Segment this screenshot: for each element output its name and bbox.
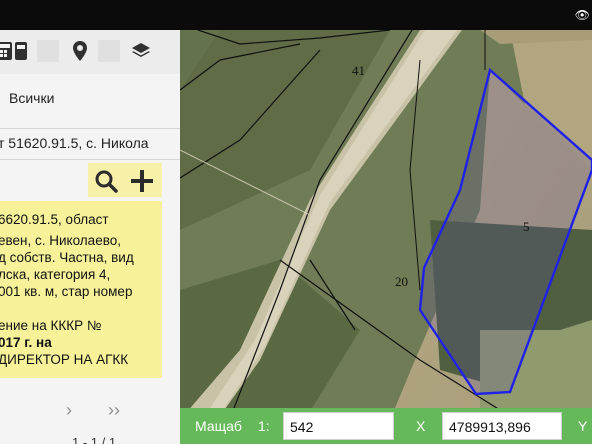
x-coordinate-field[interactable]: 4789913,896 bbox=[442, 412, 562, 440]
x-label: X bbox=[416, 418, 426, 434]
tool-button-2[interactable] bbox=[98, 40, 120, 62]
add-icon[interactable] bbox=[128, 167, 156, 195]
satellite-map[interactable]: 41 20 5 bbox=[180, 30, 592, 444]
parcel-label-20: 20 bbox=[395, 274, 408, 289]
search-tools bbox=[88, 163, 162, 197]
result-line: 017 г. на bbox=[0, 335, 52, 350]
left-panel: Всички т 51620.91.5, с. Никола 6620.91.5… bbox=[0, 30, 180, 444]
result-line: ение на КККР № bbox=[0, 318, 102, 333]
filter-row[interactable]: Всички bbox=[0, 80, 180, 120]
next-page-button[interactable]: › bbox=[66, 400, 72, 421]
filter-label[interactable]: Всички bbox=[9, 90, 54, 106]
top-bar: 👁 bbox=[0, 0, 592, 30]
y-label: Y bbox=[578, 418, 588, 434]
result-line: евен, с. Николаево, bbox=[0, 233, 121, 248]
last-page-button[interactable]: ›› bbox=[108, 400, 120, 421]
result-line: 6620.91.5, област bbox=[0, 212, 109, 227]
search-bar[interactable]: т 51620.91.5, с. Никола bbox=[0, 128, 180, 160]
map-view[interactable]: 41 20 5 bbox=[180, 30, 592, 444]
scale-input[interactable]: 542 bbox=[283, 412, 394, 440]
mobile-icon[interactable] bbox=[10, 40, 32, 62]
scale-label: Мащаб bbox=[195, 418, 242, 434]
status-bar: Мащаб 1: 542 X 4789913,896 Y bbox=[180, 408, 592, 444]
result-line: 001 кв. м, стар номер bbox=[0, 284, 133, 299]
eye-icon[interactable]: 👁 bbox=[575, 8, 590, 22]
map-marker-icon[interactable] bbox=[69, 40, 91, 62]
pager: › ›› bbox=[60, 400, 150, 420]
scale-prefix: 1: bbox=[258, 418, 270, 434]
parcel-label-41: 41 bbox=[352, 63, 365, 78]
parcel-label-5: 5 bbox=[523, 219, 530, 234]
layers-icon[interactable] bbox=[130, 40, 152, 62]
search-input[interactable]: т 51620.91.5, с. Никола bbox=[0, 135, 149, 151]
search-icon[interactable] bbox=[92, 167, 120, 195]
search-result[interactable]: 6620.91.5, област евен, с. Николаево, д … bbox=[0, 201, 162, 378]
result-line: лска, категория 4, bbox=[0, 267, 111, 282]
result-line: д собств. Частна, вид bbox=[0, 250, 134, 265]
toolbar bbox=[0, 30, 180, 74]
result-line: ДИРЕКТОР НА АГКК bbox=[0, 352, 129, 367]
page-count: 1 - 1 / 1 bbox=[72, 435, 117, 444]
tool-button[interactable] bbox=[37, 40, 59, 62]
